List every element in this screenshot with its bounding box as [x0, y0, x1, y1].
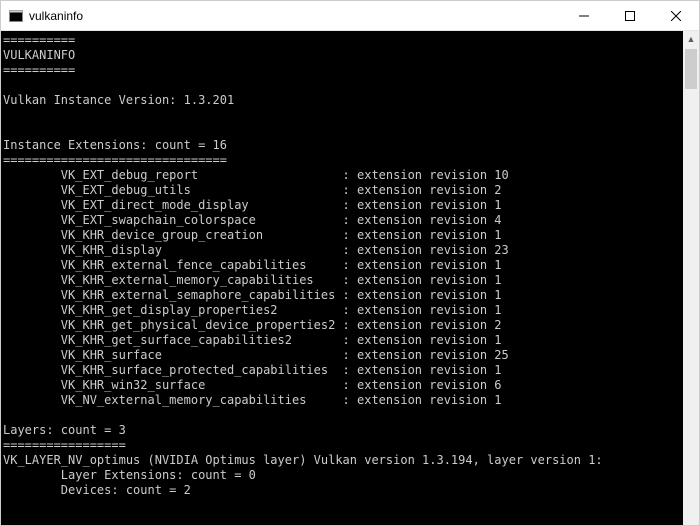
scroll-thumb[interactable] [685, 49, 697, 89]
window-title: vulkaninfo [29, 9, 83, 23]
console-output[interactable]: ========== VULKANINFO ========== Vulkan … [1, 31, 683, 525]
titlebar-left: vulkaninfo [9, 9, 83, 23]
scroll-up-arrow[interactable]: ▲ [683, 31, 699, 47]
maximize-button[interactable] [607, 1, 653, 30]
window-controls [561, 1, 699, 30]
scrollbar[interactable]: ▲ [683, 31, 699, 525]
minimize-button[interactable] [561, 1, 607, 30]
console-area: ========== VULKANINFO ========== Vulkan … [1, 31, 699, 525]
console-icon [9, 9, 23, 23]
titlebar: vulkaninfo [1, 1, 699, 31]
close-button[interactable] [653, 1, 699, 30]
